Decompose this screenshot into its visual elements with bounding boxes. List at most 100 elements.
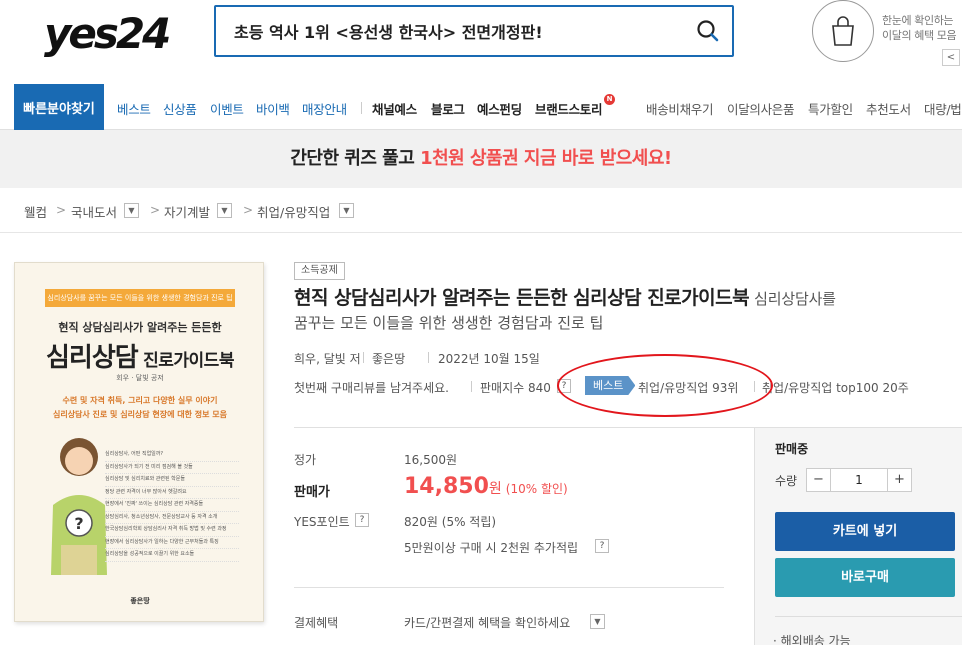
cover-top-bar: 심리상담사를 꿈꾸는 모든 이들을 위한 생생한 경험담과 진로 팁: [45, 289, 235, 307]
nav-event[interactable]: 이벤트: [210, 99, 244, 118]
list-price-label: 정가: [294, 453, 317, 467]
quiz-promo-banner[interactable]: 간단한 퀴즈 풀고 1천원 상품권 지금 바로 받으세요!: [0, 130, 962, 188]
search-icon: [697, 20, 719, 42]
price-divider: [294, 427, 754, 428]
shopping-bag-icon: [812, 0, 874, 62]
sale-price-unit: 원: [488, 481, 502, 497]
promo-prev-arrow[interactable]: <: [942, 49, 960, 66]
section-divider: [0, 232, 962, 233]
payment-benefit-label: 결제혜택: [294, 616, 339, 630]
nav-shipping-fill[interactable]: 배송비채우기: [646, 99, 714, 118]
purchase-box: 판매중 수량 − 1 + 카트에 넣기 바로구매 · 해외배송 가능: [754, 427, 962, 645]
monthly-benefits-promo[interactable]: 한눈에 확인하는 이달의 혜택 모음: [812, 0, 962, 66]
list-item: 정당 관련 자격이 너무 많아서 헷갈려요: [105, 487, 239, 499]
chevron-down-icon[interactable]: ▼: [339, 203, 354, 218]
chevron-down-icon[interactable]: ▼: [590, 614, 605, 629]
list-price-value: 16,500원: [404, 453, 458, 467]
nav-special-sale[interactable]: 특가할인: [808, 99, 853, 118]
overseas-shipping-note: · 해외배송 가능: [773, 634, 851, 645]
top100-rank[interactable]: 취업/유망직업 top100 20주: [762, 379, 909, 396]
search-input[interactable]: 초등 역사 1위 <용선생 한국사> 전면개정판!: [214, 5, 734, 57]
tax-deduction-badge: 소득공제: [294, 262, 345, 280]
quantity-input[interactable]: 1: [831, 469, 887, 491]
product-subtitle: 심리상담사를: [754, 290, 836, 308]
list-item: 현장에서 '진짜' 쓰이는 심리상담 관련 자격증들: [105, 499, 239, 512]
publish-date: 2022년 10월 15일: [438, 352, 540, 366]
nav-new[interactable]: 신상품: [163, 99, 197, 118]
quick-category-button[interactable]: 빠른분야찾기: [14, 84, 104, 130]
price-divider-2: [294, 587, 724, 588]
list-item: 한국상담심리학회 상담심리사 자격 취득 방법 및 수련 과정: [105, 524, 239, 537]
help-icon[interactable]: ?: [595, 539, 609, 553]
promo-line-2: 이달의 혜택 모음: [882, 29, 957, 42]
cover-title-big: 심리상담: [46, 343, 139, 373]
discount-rate: (10% 할인): [505, 482, 568, 496]
list-item: 심리상담사, 어떤 직업일까?: [105, 449, 239, 462]
meta-divider: [363, 352, 364, 363]
main-nav: 빠른분야찾기 베스트 신상품 이벤트 바이백 매장안내 채널예스 블로그 예스펀…: [0, 84, 962, 130]
sale-status: 판매중: [775, 442, 809, 456]
sales-index: 판매지수 840: [480, 381, 551, 395]
list-item: 현장에서 심리상담사가 일하는 다양한 근무처들과 특징: [105, 537, 239, 549]
breadcrumb-self-help[interactable]: 자기계발: [164, 202, 210, 221]
chevron-right-icon: >: [56, 203, 67, 217]
nav-best[interactable]: 베스트: [117, 99, 151, 118]
quantity-decrease-button[interactable]: −: [807, 469, 831, 491]
buy-box-divider: [775, 616, 962, 617]
breadcrumb-career[interactable]: 취업/유망직업: [257, 202, 330, 221]
help-icon[interactable]: ?: [355, 513, 369, 527]
yes-point-label: YES포인트: [294, 515, 350, 529]
cover-publisher: 좋은땅: [130, 597, 150, 605]
meta-divider: [471, 381, 472, 392]
product-title-main: 현직 상담심리사가 알려주는 든든한 심리상담 진로가이드북: [294, 287, 750, 309]
banner-text: 간단한 퀴즈 풀고: [290, 148, 421, 169]
nav-store[interactable]: 매장안내: [302, 99, 347, 118]
search-button[interactable]: [684, 7, 732, 55]
book-cover[interactable]: 심리상담사를 꿈꾸는 모든 이들을 위한 생생한 경험담과 진로 팁 현직 상담…: [14, 262, 264, 622]
chevron-down-icon[interactable]: ▼: [124, 203, 139, 218]
extra-point-note: 5만원이상 구매 시 2천원 추가적립: [404, 541, 579, 555]
banner-highlight: 1천원 상품권 지금 바로 받으세요!: [420, 148, 672, 169]
buy-now-button[interactable]: 바로구매: [775, 558, 955, 597]
review-prompt-link[interactable]: 첫번째 구매리뷰를 남겨주세요.: [294, 379, 449, 396]
promo-line-1: 한눈에 확인하는: [882, 14, 954, 27]
quantity-label: 수량: [775, 474, 798, 488]
cover-author: 회우 · 달빛 공저: [116, 374, 164, 382]
nav-yes-funding[interactable]: 예스펀딩: [477, 99, 522, 118]
sale-price-label: 판매가: [294, 485, 330, 500]
quantity-stepper: − 1 +: [806, 468, 912, 492]
cover-title: 심리상담 진로가이드북: [15, 337, 263, 374]
add-to-cart-button[interactable]: 카트에 넣기: [775, 512, 955, 551]
breadcrumb-domestic-books[interactable]: 국내도서: [71, 202, 117, 221]
nav-buyback[interactable]: 바이백: [256, 99, 290, 118]
svg-text:?: ?: [74, 514, 83, 533]
quantity-increase-button[interactable]: +: [887, 469, 911, 491]
yes-point-value: 820원 (5% 적립): [404, 515, 497, 529]
breadcrumb-welcome[interactable]: 웰컴: [24, 202, 47, 221]
nav-channel-yes[interactable]: 채널예스: [372, 99, 417, 118]
meta-divider: [428, 352, 429, 363]
sale-price-value: 14,850: [404, 474, 489, 499]
cover-tagline-1: 수련 및 자격 취득, 그리고 다양한 실무 이야기: [62, 396, 218, 405]
publisher-link[interactable]: 좋은땅: [372, 350, 405, 367]
nav-divider: [361, 102, 362, 114]
nav-monthly-gift[interactable]: 이달의사은품: [727, 99, 795, 118]
nav-brand-story[interactable]: 브랜드스토리: [535, 99, 603, 118]
nav-blog[interactable]: 블로그: [431, 99, 465, 118]
annotation-circle: [557, 354, 773, 417]
list-item: 상담심리사, 청소년상담사, 전문상담교사 등 자격 소개: [105, 512, 239, 524]
product-subtitle-line2: 꿈꾸는 모든 이들을 위한 생생한 경험담과 진로 팁: [294, 314, 604, 332]
payment-benefit-value[interactable]: 카드/간편결제 혜택을 확인하세요: [404, 614, 570, 631]
chevron-right-icon: >: [243, 203, 254, 217]
promo-text: 한눈에 확인하는 이달의 혜택 모음: [882, 13, 957, 43]
new-badge: N: [604, 94, 615, 105]
nav-bulk-order[interactable]: 대량/법: [924, 99, 962, 118]
nav-recommended[interactable]: 추천도서: [866, 99, 911, 118]
list-item: 심리상담사가 되기 전 미리 점검해 볼 것들: [105, 462, 239, 474]
chevron-down-icon[interactable]: ▼: [217, 203, 232, 218]
search-query: 초등 역사 1위 <용선생 한국사> 전면개정판!: [234, 23, 543, 42]
product-title: 현직 상담심리사가 알려주는 든든한 심리상담 진로가이드북 심리상담사를: [294, 286, 962, 312]
author-link[interactable]: 희우, 달빛 저: [294, 350, 361, 367]
list-item: 심리상담 및 심리치료와 관련된 학문들: [105, 474, 239, 487]
yes24-logo[interactable]: yes24: [44, 8, 184, 58]
